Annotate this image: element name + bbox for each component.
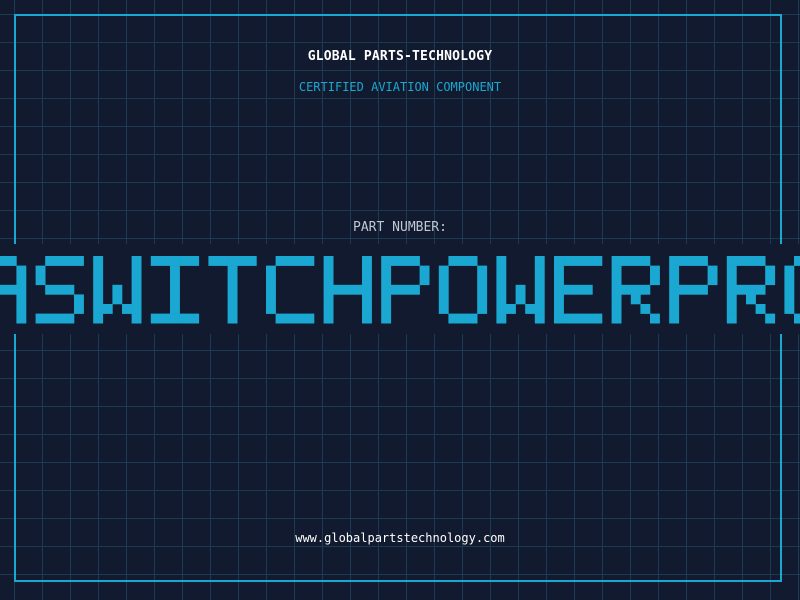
part-number-char-c: [266, 256, 315, 324]
part-number-char-o: [438, 256, 488, 324]
website-url: www.globalpartstechnology.com: [295, 531, 505, 545]
part-number-char-e: [554, 256, 603, 324]
part-number-display: [0, 256, 800, 324]
part-number-char-s: [35, 256, 84, 324]
part-number-char-p: [669, 256, 718, 324]
part-number-char-t: [208, 256, 257, 324]
part-number-pixels: [0, 256, 800, 324]
certificate-card: GLOBAL PARTS-TECHNOLOGY CERTIFIED AVIATI…: [0, 0, 800, 600]
part-number-label: PART NUMBER:: [353, 220, 447, 235]
part-number-char-r: [726, 256, 776, 324]
part-number-char-w: [93, 256, 142, 324]
part-number-char-p: [381, 256, 430, 324]
part-number-char-o: [784, 256, 800, 324]
part-number-band: [0, 244, 800, 334]
part-number-char-r: [611, 256, 660, 324]
part-number-char-h: [323, 256, 372, 324]
part-number-char-a: [0, 256, 27, 324]
part-number-char-w: [496, 256, 545, 324]
brand-title: GLOBAL PARTS-TECHNOLOGY: [307, 49, 493, 64]
part-number-char-i: [150, 256, 200, 324]
certification-subtitle: CERTIFIED AVIATION COMPONENT: [298, 80, 502, 94]
